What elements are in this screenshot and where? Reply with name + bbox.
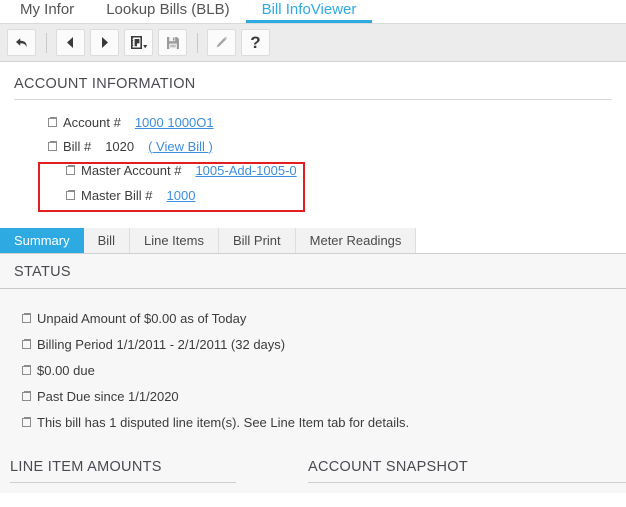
bullet-icon	[66, 191, 75, 200]
pencil-edit-icon	[214, 35, 229, 50]
question-mark-icon: ?	[250, 34, 260, 51]
account-information-rows: Account # 1000 1000O1 Bill # 1020 ( View…	[14, 100, 612, 208]
tab-label: Bill	[98, 233, 115, 248]
account-information-heading: ACCOUNT INFORMATION	[14, 62, 612, 100]
view-bill-link[interactable]: ( View Bill )	[148, 139, 213, 154]
save-floppy-icon	[166, 36, 180, 50]
master-rows-group: Master Account # 1005-Add-1005-0 Master …	[48, 158, 612, 208]
status-item: Past Due since 1/1/2020	[22, 383, 626, 409]
bullet-icon	[22, 392, 31, 401]
bullet-icon	[22, 340, 31, 349]
status-item-text: $0.00 due	[37, 363, 95, 378]
tab-bill-print[interactable]: Bill Print	[219, 228, 296, 253]
tab-bill[interactable]: Bill	[84, 228, 130, 253]
next-record-button[interactable]	[90, 29, 119, 56]
app-tab-label: Lookup Bills (BLB)	[106, 1, 229, 18]
back-button[interactable]	[7, 29, 36, 56]
save-button[interactable]	[158, 29, 187, 56]
master-account-number-row: Master Account # 1005-Add-1005-0	[66, 158, 612, 183]
tab-line-items[interactable]: Line Items	[130, 228, 219, 253]
account-number-row: Account # 1000 1000O1	[48, 110, 612, 134]
next-record-icon	[98, 36, 111, 49]
status-item: Unpaid Amount of $0.00 as of Today	[22, 305, 626, 331]
master-account-number-label: Master Account #	[81, 163, 181, 178]
back-arrow-icon	[14, 36, 29, 50]
tab-label: Bill Print	[233, 233, 281, 248]
section-gap	[236, 459, 294, 493]
account-number-label: Account #	[63, 115, 121, 130]
previous-record-button[interactable]	[56, 29, 85, 56]
toolbar-separator-1	[46, 33, 47, 53]
status-item-list: Unpaid Amount of $0.00 as of Today Billi…	[0, 289, 626, 447]
previous-record-icon	[64, 36, 77, 49]
bullet-icon	[22, 418, 31, 427]
edit-button[interactable]	[207, 29, 236, 56]
help-button[interactable]: ?	[241, 29, 270, 56]
bill-number-value: 1020	[105, 139, 134, 154]
tab-label: Meter Readings	[310, 233, 402, 248]
toolbar: ?	[0, 23, 626, 62]
bottom-sections: LINE ITEM AMOUNTS ACCOUNT SNAPSHOT	[0, 447, 626, 493]
bill-number-label: Bill #	[63, 139, 91, 154]
status-item: Billing Period 1/1/2011 - 2/1/2011 (32 d…	[22, 331, 626, 357]
master-bill-number-row: Master Bill # 1000	[66, 183, 612, 208]
account-snapshot-heading: ACCOUNT SNAPSHOT	[308, 459, 626, 483]
bullet-icon	[66, 166, 75, 175]
status-item: $0.00 due	[22, 357, 626, 383]
tab-summary[interactable]: Summary	[0, 228, 84, 253]
master-bill-number-link[interactable]: 1000	[167, 188, 196, 203]
account-number-link[interactable]: 1000 1000O1	[135, 115, 214, 130]
app-tab-label: My Infor	[20, 1, 74, 18]
bill-number-row: Bill # 1020 ( View Bill )	[48, 134, 612, 158]
master-bill-number-label: Master Bill #	[81, 188, 153, 203]
status-panel: STATUS Unpaid Amount of $0.00 as of Toda…	[0, 254, 626, 447]
detail-tab-strip: Summary Bill Line Items Bill Print Meter…	[0, 228, 626, 254]
tab-label: Line Items	[144, 233, 204, 248]
app-tab-label: Bill InfoViewer	[262, 1, 357, 18]
report-book-icon	[130, 35, 148, 50]
status-item-text: Past Due since 1/1/2020	[37, 389, 179, 404]
account-information-section: ACCOUNT INFORMATION Account # 1000 1000O…	[0, 62, 626, 208]
app-tab-lookup-bills[interactable]: Lookup Bills (BLB)	[90, 0, 245, 23]
status-item: This bill has 1 disputed line item(s). S…	[22, 409, 626, 435]
toolbar-separator-2	[197, 33, 198, 53]
bullet-icon	[22, 314, 31, 323]
master-account-number-link[interactable]: 1005-Add-1005-0	[195, 163, 296, 178]
line-item-amounts-heading: LINE ITEM AMOUNTS	[10, 459, 236, 483]
bullet-icon	[48, 118, 57, 127]
status-heading: STATUS	[0, 254, 626, 289]
account-snapshot-section: ACCOUNT SNAPSHOT	[294, 459, 626, 493]
bullet-icon	[22, 366, 31, 375]
status-item-text: This bill has 1 disputed line item(s). S…	[37, 415, 409, 430]
line-item-amounts-section: LINE ITEM AMOUNTS	[0, 459, 236, 493]
report-button[interactable]	[124, 29, 153, 56]
bullet-icon	[48, 142, 57, 151]
tab-label: Summary	[14, 233, 70, 248]
app-tab-my-infor[interactable]: My Infor	[4, 0, 90, 23]
app-tab-bill-infoviewer[interactable]: Bill InfoViewer	[246, 0, 373, 23]
application-tab-bar: My Infor Lookup Bills (BLB) Bill InfoVie…	[0, 0, 626, 23]
tab-meter-readings[interactable]: Meter Readings	[296, 228, 417, 253]
status-item-text: Billing Period 1/1/2011 - 2/1/2011 (32 d…	[37, 337, 285, 352]
status-item-text: Unpaid Amount of $0.00 as of Today	[37, 311, 246, 326]
